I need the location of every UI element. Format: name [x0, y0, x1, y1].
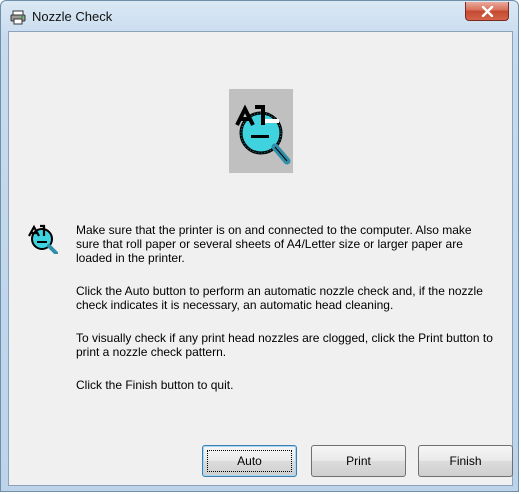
- window-title: Nozzle Check: [32, 9, 113, 24]
- instruction-paragraph-4: Click the Finish button to quit.: [76, 378, 234, 392]
- dialog-content: Make sure that the printer is on and con…: [8, 31, 513, 486]
- finish-button[interactable]: Finish: [418, 445, 513, 477]
- auto-button-label: Auto: [237, 454, 262, 468]
- finish-button-label: Finish: [449, 454, 482, 468]
- nozzle-check-window: Nozzle Check Make sure that the printer …: [0, 0, 519, 492]
- nozzle-check-info-icon: [26, 222, 58, 255]
- auto-button[interactable]: Auto: [202, 445, 297, 477]
- instruction-paragraph-3: To visually check if any print head nozz…: [76, 331, 493, 359]
- title-bar[interactable]: Nozzle Check: [1, 1, 518, 31]
- close-icon: [481, 6, 494, 17]
- instruction-paragraph-1: Make sure that the printer is on and con…: [76, 223, 472, 265]
- nozzle-check-magnifier-icon: [229, 89, 293, 173]
- print-button[interactable]: Print: [311, 445, 406, 477]
- close-button[interactable]: [465, 2, 509, 21]
- printer-icon: [10, 9, 26, 25]
- print-button-label: Print: [346, 454, 371, 468]
- instruction-paragraph-2: Click the Auto button to perform an auto…: [76, 284, 483, 312]
